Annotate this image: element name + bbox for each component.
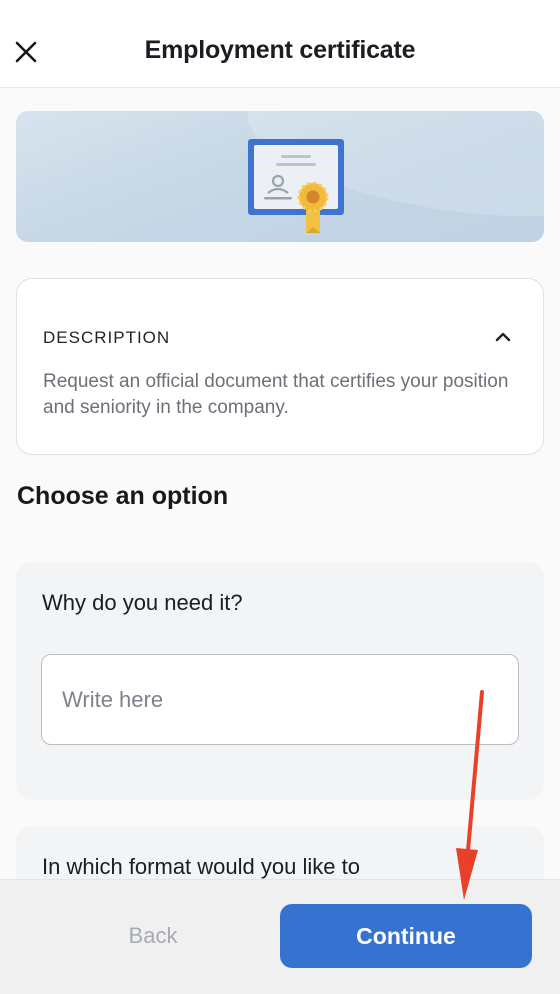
close-icon <box>15 41 37 63</box>
section-title: Choose an option <box>17 482 229 510</box>
reason-card: Why do you need it? <box>16 562 544 800</box>
page-title: Employment certificate <box>144 36 416 64</box>
reason-label: Why do you need it? <box>42 590 243 615</box>
reason-input[interactable] <box>41 654 519 745</box>
description-text: Request an official document that certif… <box>43 371 509 418</box>
format-label: In which format would you like to <box>42 854 360 879</box>
page: Employment certificate DESCRIPTION Reque <box>0 0 560 994</box>
footer-bar: Back Continue <box>0 879 560 994</box>
description-toggle[interactable] <box>491 325 515 349</box>
certificate-icon <box>248 139 344 233</box>
close-button[interactable] <box>6 32 46 72</box>
header: Employment certificate <box>0 0 560 88</box>
description-label: DESCRIPTION <box>43 328 171 347</box>
description-card: DESCRIPTION Request an official document… <box>16 278 544 455</box>
continue-button[interactable]: Continue <box>280 904 532 968</box>
back-button[interactable]: Back <box>28 904 278 968</box>
chevron-up-icon <box>495 332 511 342</box>
hero-banner <box>16 111 544 242</box>
